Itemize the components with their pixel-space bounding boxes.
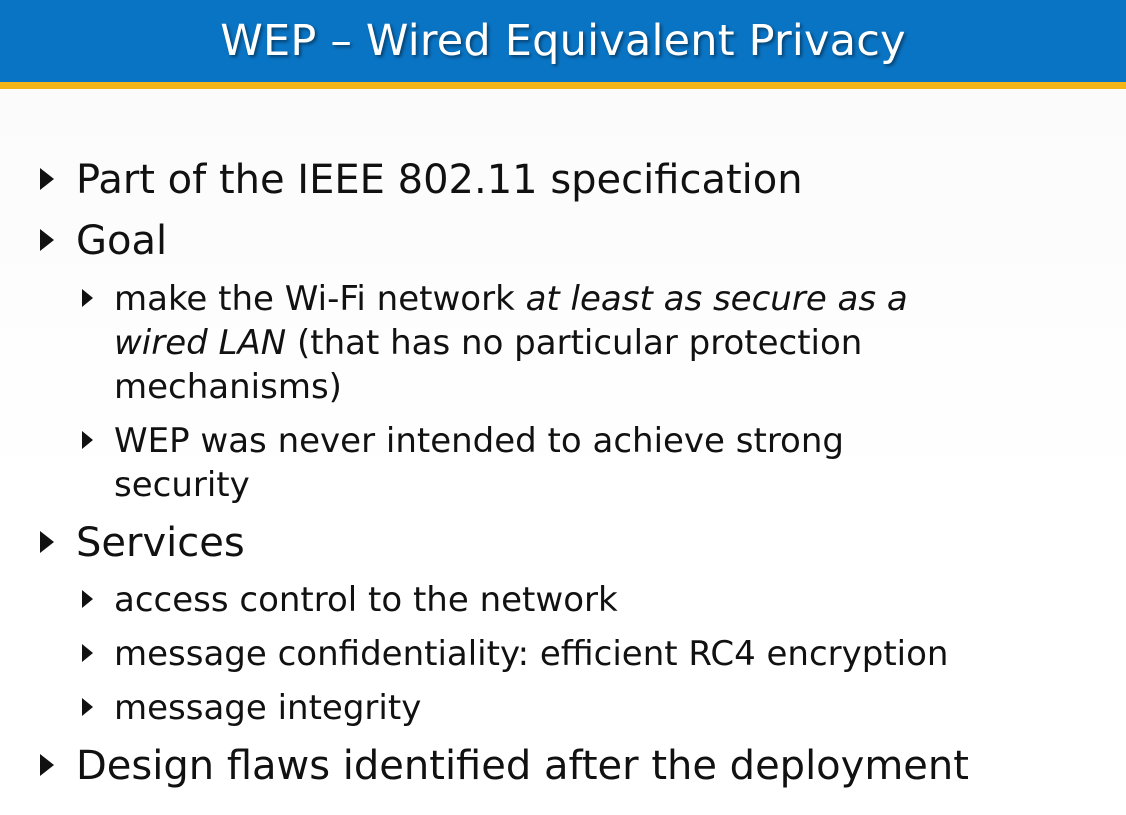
bullet-services-item-3: message integrity [82,686,421,730]
bullet-text: Goal [76,218,168,264]
text-segment: make the Wi-Fi network [114,279,526,319]
bullet-line: security [114,465,250,505]
bullet-text: Design flaws identified after the deploy… [76,743,969,789]
bullet-flaws: Design flaws identified after the deploy… [40,740,969,792]
bullet-line: mechanisms) [114,367,342,407]
bullet-line: wired LAN (that has no particular protec… [114,321,908,365]
bullet-arrow-icon [40,531,54,553]
bullet-line: make the Wi-Fi network at least as secur… [114,277,908,321]
bullet-arrow-icon [40,229,54,251]
bullet-arrow-icon [40,754,54,776]
bullet-line: WEP was never intended to achieve strong [114,421,844,461]
bullet-text: access control to the network [114,580,618,620]
bullet-goal-item-1: make the Wi-Fi network at least as secur… [82,277,908,409]
slide-title: WEP – Wired Equivalent Privacy [220,16,906,66]
bullet-goal-item-2: WEP was never intended to achieve strong… [82,419,844,507]
bullet-spec: Part of the IEEE 802.11 specification [40,154,803,206]
bullet-arrow-icon [40,168,54,190]
bullet-arrow-icon [82,590,93,608]
emphasis-text: at least as secure as a [525,279,908,319]
bullet-services-item-1: access control to the network [82,578,618,622]
bullet-arrow-icon [82,644,93,662]
bullet-text: Part of the IEEE 802.11 specification [76,157,803,203]
slide: WEP – Wired Equivalent Privacy Part of t… [0,0,1126,815]
bullet-goal: Goal [40,215,167,267]
bullet-services: Services [40,517,245,569]
bullet-text: WEP was never intended to achieve strong… [114,419,844,507]
bullet-text: Services [76,520,245,566]
bullet-text: message integrity [114,688,422,728]
bullet-text: message confidentiality: efficient RC4 e… [114,634,949,674]
bullet-arrow-icon [82,289,93,307]
bullet-text: make the Wi-Fi network at least as secur… [114,277,908,409]
title-bar: WEP – Wired Equivalent Privacy [0,0,1126,89]
emphasis-text: wired LAN [114,323,287,363]
bullet-services-item-2: message confidentiality: efficient RC4 e… [82,632,948,676]
bullet-arrow-icon [82,698,93,716]
bullet-arrow-icon [82,431,93,449]
text-segment: (that has no particular protection [286,323,863,363]
